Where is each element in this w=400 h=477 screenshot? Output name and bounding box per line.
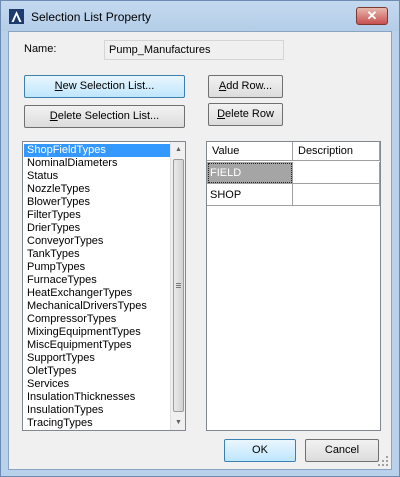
- list-item[interactable]: TracingTypes: [24, 417, 170, 430]
- delete-selection-list-mnemonic: D: [49, 110, 58, 122]
- new-selection-list-label: ew Selection List...: [62, 80, 155, 92]
- list-item[interactable]: SupportTypes: [24, 352, 170, 365]
- list-item[interactable]: InsulationTypes: [24, 404, 170, 417]
- grip-line: [176, 285, 181, 286]
- table-row[interactable]: SHOP: [207, 184, 380, 206]
- chevron-down-icon[interactable]: ▼: [171, 415, 186, 430]
- list-item[interactable]: NominalDiameters: [24, 157, 170, 170]
- list-item[interactable]: ShopFieldTypes: [24, 144, 170, 157]
- new-selection-list-mnemonic: N: [54, 80, 63, 92]
- grip-line: [176, 287, 181, 288]
- window-title: Selection List Property: [31, 10, 152, 24]
- list-item[interactable]: CompressorTypes: [24, 313, 170, 326]
- list-item[interactable]: Services: [24, 378, 170, 391]
- close-icon: ✕: [366, 8, 378, 23]
- list-item[interactable]: Status: [24, 170, 170, 183]
- cancel-button[interactable]: Cancel: [305, 439, 379, 462]
- close-button[interactable]: ✕: [356, 7, 388, 25]
- delete-row-mnemonic: D: [217, 108, 226, 120]
- chevron-up-icon[interactable]: ▲: [171, 142, 186, 157]
- list-item[interactable]: DrierTypes: [24, 222, 170, 235]
- delete-selection-list-label: elete Selection List...: [57, 110, 160, 122]
- list-item[interactable]: MiscEquipmentTypes: [24, 339, 170, 352]
- name-label: Name:: [24, 43, 57, 55]
- add-row-label: dd Row...: [226, 80, 273, 92]
- table-row[interactable]: FIELD: [207, 162, 380, 184]
- add-row-button[interactable]: Add Row...: [208, 75, 283, 98]
- list-item[interactable]: MechanicalDriversTypes: [24, 300, 170, 313]
- description-cell[interactable]: [293, 162, 380, 184]
- ok-button[interactable]: OK: [224, 439, 296, 462]
- new-selection-list-button[interactable]: New Selection List...: [24, 75, 185, 98]
- column-header-value[interactable]: Value: [207, 142, 293, 161]
- list-item[interactable]: NozzleTypes: [24, 183, 170, 196]
- title-bar[interactable]: Selection List Property ✕: [1, 1, 399, 31]
- value-cell[interactable]: FIELD: [207, 162, 293, 184]
- grid-header: Value Description: [207, 142, 380, 161]
- list-item[interactable]: FilterTypes: [24, 209, 170, 222]
- scroll-thumb[interactable]: [173, 159, 184, 412]
- list-item[interactable]: MixingEquipmentTypes: [24, 326, 170, 339]
- list-item[interactable]: HeatExchangerTypes: [24, 287, 170, 300]
- selection-list-box[interactable]: ShopFieldTypes NominalDiameters Status Nozz…: [22, 141, 186, 431]
- delete-selection-list-button[interactable]: Delete Selection List...: [24, 105, 185, 128]
- list-item[interactable]: InsulationThicknesses: [24, 391, 170, 404]
- list-item[interactable]: PumpTypes: [24, 261, 170, 274]
- values-grid[interactable]: Value Description FIELD SHOP: [206, 141, 381, 431]
- list-item[interactable]: FurnaceTypes: [24, 274, 170, 287]
- selection-list-items: ShopFieldTypes NominalDiameters Status Nozz…: [24, 144, 170, 430]
- list-scrollbar[interactable]: ▲ ▼: [170, 142, 185, 430]
- delete-row-button[interactable]: Delete Row: [208, 103, 283, 126]
- list-item[interactable]: BlowerTypes: [24, 196, 170, 209]
- grip-line: [176, 283, 181, 284]
- value-cell[interactable]: SHOP: [207, 184, 293, 206]
- description-cell[interactable]: [293, 184, 380, 206]
- dialog-client-area: Name: Pump_Manufactures New Selection Li…: [8, 31, 392, 470]
- list-item[interactable]: OletTypes: [24, 365, 170, 378]
- list-item[interactable]: ConveyorTypes: [24, 235, 170, 248]
- name-field: Pump_Manufactures: [104, 40, 284, 60]
- resize-grip-icon[interactable]: [378, 456, 389, 467]
- dialog-window: Selection List Property ✕ Name: Pump_Man…: [0, 0, 400, 477]
- delete-row-label: elete Row: [225, 108, 274, 120]
- list-item[interactable]: TankTypes: [24, 248, 170, 261]
- autocad-a-icon: [9, 9, 24, 24]
- column-header-description[interactable]: Description: [293, 142, 380, 161]
